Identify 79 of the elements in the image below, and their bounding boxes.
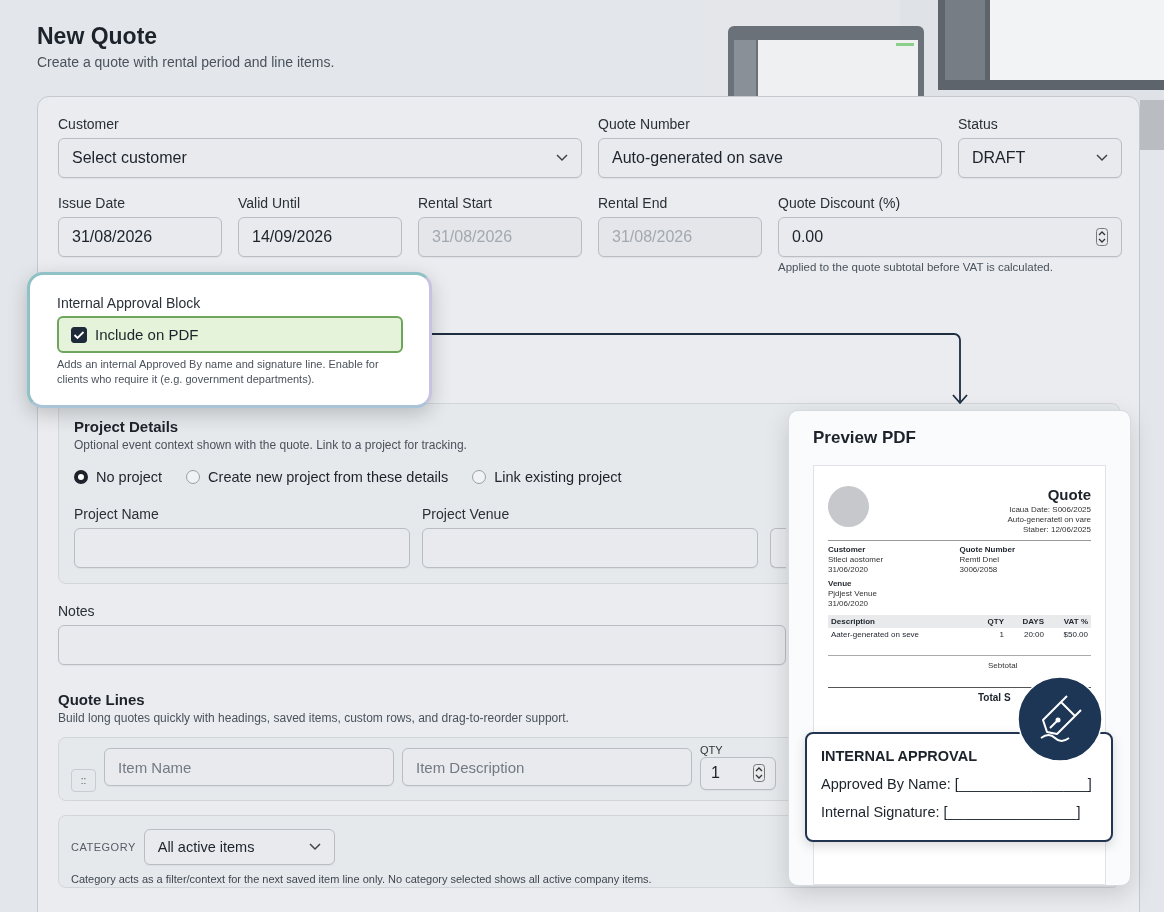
number-field[interactable]: 0.00 [778, 217, 1122, 257]
page-title: New Quote [37, 22, 159, 50]
section-subtitle: Optional event context shown with the quote. Link to a project for tracking. [74, 438, 467, 452]
field-label: Status [958, 115, 998, 133]
select-field[interactable]: All active items [143, 829, 335, 865]
table-header: VAT % [1062, 617, 1088, 626]
block-heading: Customer [828, 545, 867, 555]
field-label: Valid Until [238, 194, 300, 212]
field-label: Project Name [74, 505, 159, 523]
input-field[interactable]: Auto-generated on save [598, 138, 942, 178]
input-field[interactable] [770, 528, 786, 568]
logo-placeholder-icon [828, 486, 869, 527]
input-field[interactable] [74, 528, 410, 568]
input-field[interactable]: Item Name [104, 748, 394, 786]
field-label: Notes [58, 602, 95, 620]
field-hint: Adds an internal Approved By name and signature line. Enable for clients who require it (e.g. government departments). [57, 357, 380, 387]
block-text: 3006/2058 [959, 565, 999, 575]
table-cell-text: 1 [998, 630, 1004, 639]
field-label: Rental Start [418, 194, 492, 212]
field-label: QTY [700, 744, 724, 757]
table-cell-text: 20:00 [1022, 630, 1044, 639]
section-title: Quote Lines [58, 691, 145, 708]
checkbox-icon[interactable] [71, 326, 87, 343]
field-label: Internal Approval Block [57, 295, 202, 311]
select-field[interactable]: Select customer [58, 138, 582, 178]
document-meta: Staber: 12/06/2025 [1021, 525, 1091, 535]
stepper-icon [1096, 228, 1108, 246]
select-field[interactable]: DRAFT [958, 138, 1122, 178]
approval-line: Approved By Name: [________________] [821, 776, 1093, 792]
section-subtitle: Build long quotes quickly with headings, saved items, custom rows, and drag-to-reorder support. [58, 711, 569, 725]
table-cell-text: $50.00 [1062, 630, 1088, 639]
table-cell-text: Aater-generated on seve [831, 630, 921, 639]
date-field[interactable]: 31/08/2026 [58, 217, 222, 257]
block-heading: Quote Number [959, 545, 1017, 555]
page-subtitle: Create a quote with rental period and line items. [37, 54, 336, 70]
checkbox-option[interactable]: Include on PDF [57, 316, 403, 353]
document-title: Quote [1046, 486, 1091, 503]
subtotal-label: Sebtotal [988, 661, 1018, 670]
chevron-down-icon [1096, 154, 1108, 162]
radio-option[interactable]: Create new project from these details [186, 469, 449, 485]
stepper-icon [753, 764, 765, 783]
preview-title: Preview PDF [813, 428, 917, 448]
total-label: Total S [978, 692, 1011, 703]
radio-option[interactable]: Link existing project [472, 469, 622, 485]
field-label: Quote Number [598, 115, 690, 133]
block-text: Stleci aostomer [828, 555, 885, 565]
chevron-down-icon [556, 154, 568, 162]
field-hint: Applied to the quote subtotal before VAT is calculated. [778, 261, 1054, 273]
radio-icon[interactable] [74, 470, 88, 484]
approval-line: Internal Signature: [________________] [821, 804, 1082, 820]
notes-field[interactable] [58, 625, 786, 665]
date-field[interactable]: 14/09/2026 [238, 217, 402, 257]
document-meta: Icaua Date: S006/2025 [1008, 505, 1091, 515]
field-label: Rental End [598, 194, 668, 212]
field-label: Customer [58, 115, 119, 133]
section-title: Project Details [74, 418, 179, 435]
table-header: QTY [986, 617, 1004, 626]
radio-icon[interactable] [472, 470, 487, 484]
input-field[interactable]: Item Description [402, 748, 692, 786]
input-field[interactable] [422, 528, 758, 568]
drag-handle[interactable]: :: [71, 769, 96, 792]
field-label: Quote Discount (%) [778, 194, 901, 212]
field-hint: Category acts as a filter/context for the next saved item line only. No category selected shows all active company items. [71, 873, 653, 885]
radio-icon[interactable] [186, 470, 201, 484]
block-text: 31/06/2020 [828, 599, 870, 609]
block-heading: Venue [828, 579, 853, 589]
table-header: Description [831, 617, 876, 626]
document-meta: Auto-generatetl on vare [1007, 515, 1091, 525]
table-header: DAYS [1021, 617, 1044, 626]
chevron-down-icon [308, 843, 321, 851]
field-label: CATEGORY [71, 841, 136, 853]
block-text: 31/06/2020 [828, 565, 870, 575]
radio-option[interactable]: No project [74, 469, 163, 485]
field-label: Issue Date [58, 194, 125, 212]
block-text: Remtl Dnel [959, 555, 1001, 565]
number-field[interactable]: 1 [700, 756, 776, 790]
field-label: Project Venue [422, 505, 510, 523]
approval-title: INTERNAL APPROVAL [821, 748, 979, 764]
block-text: Pjdjest Venue [828, 589, 878, 599]
